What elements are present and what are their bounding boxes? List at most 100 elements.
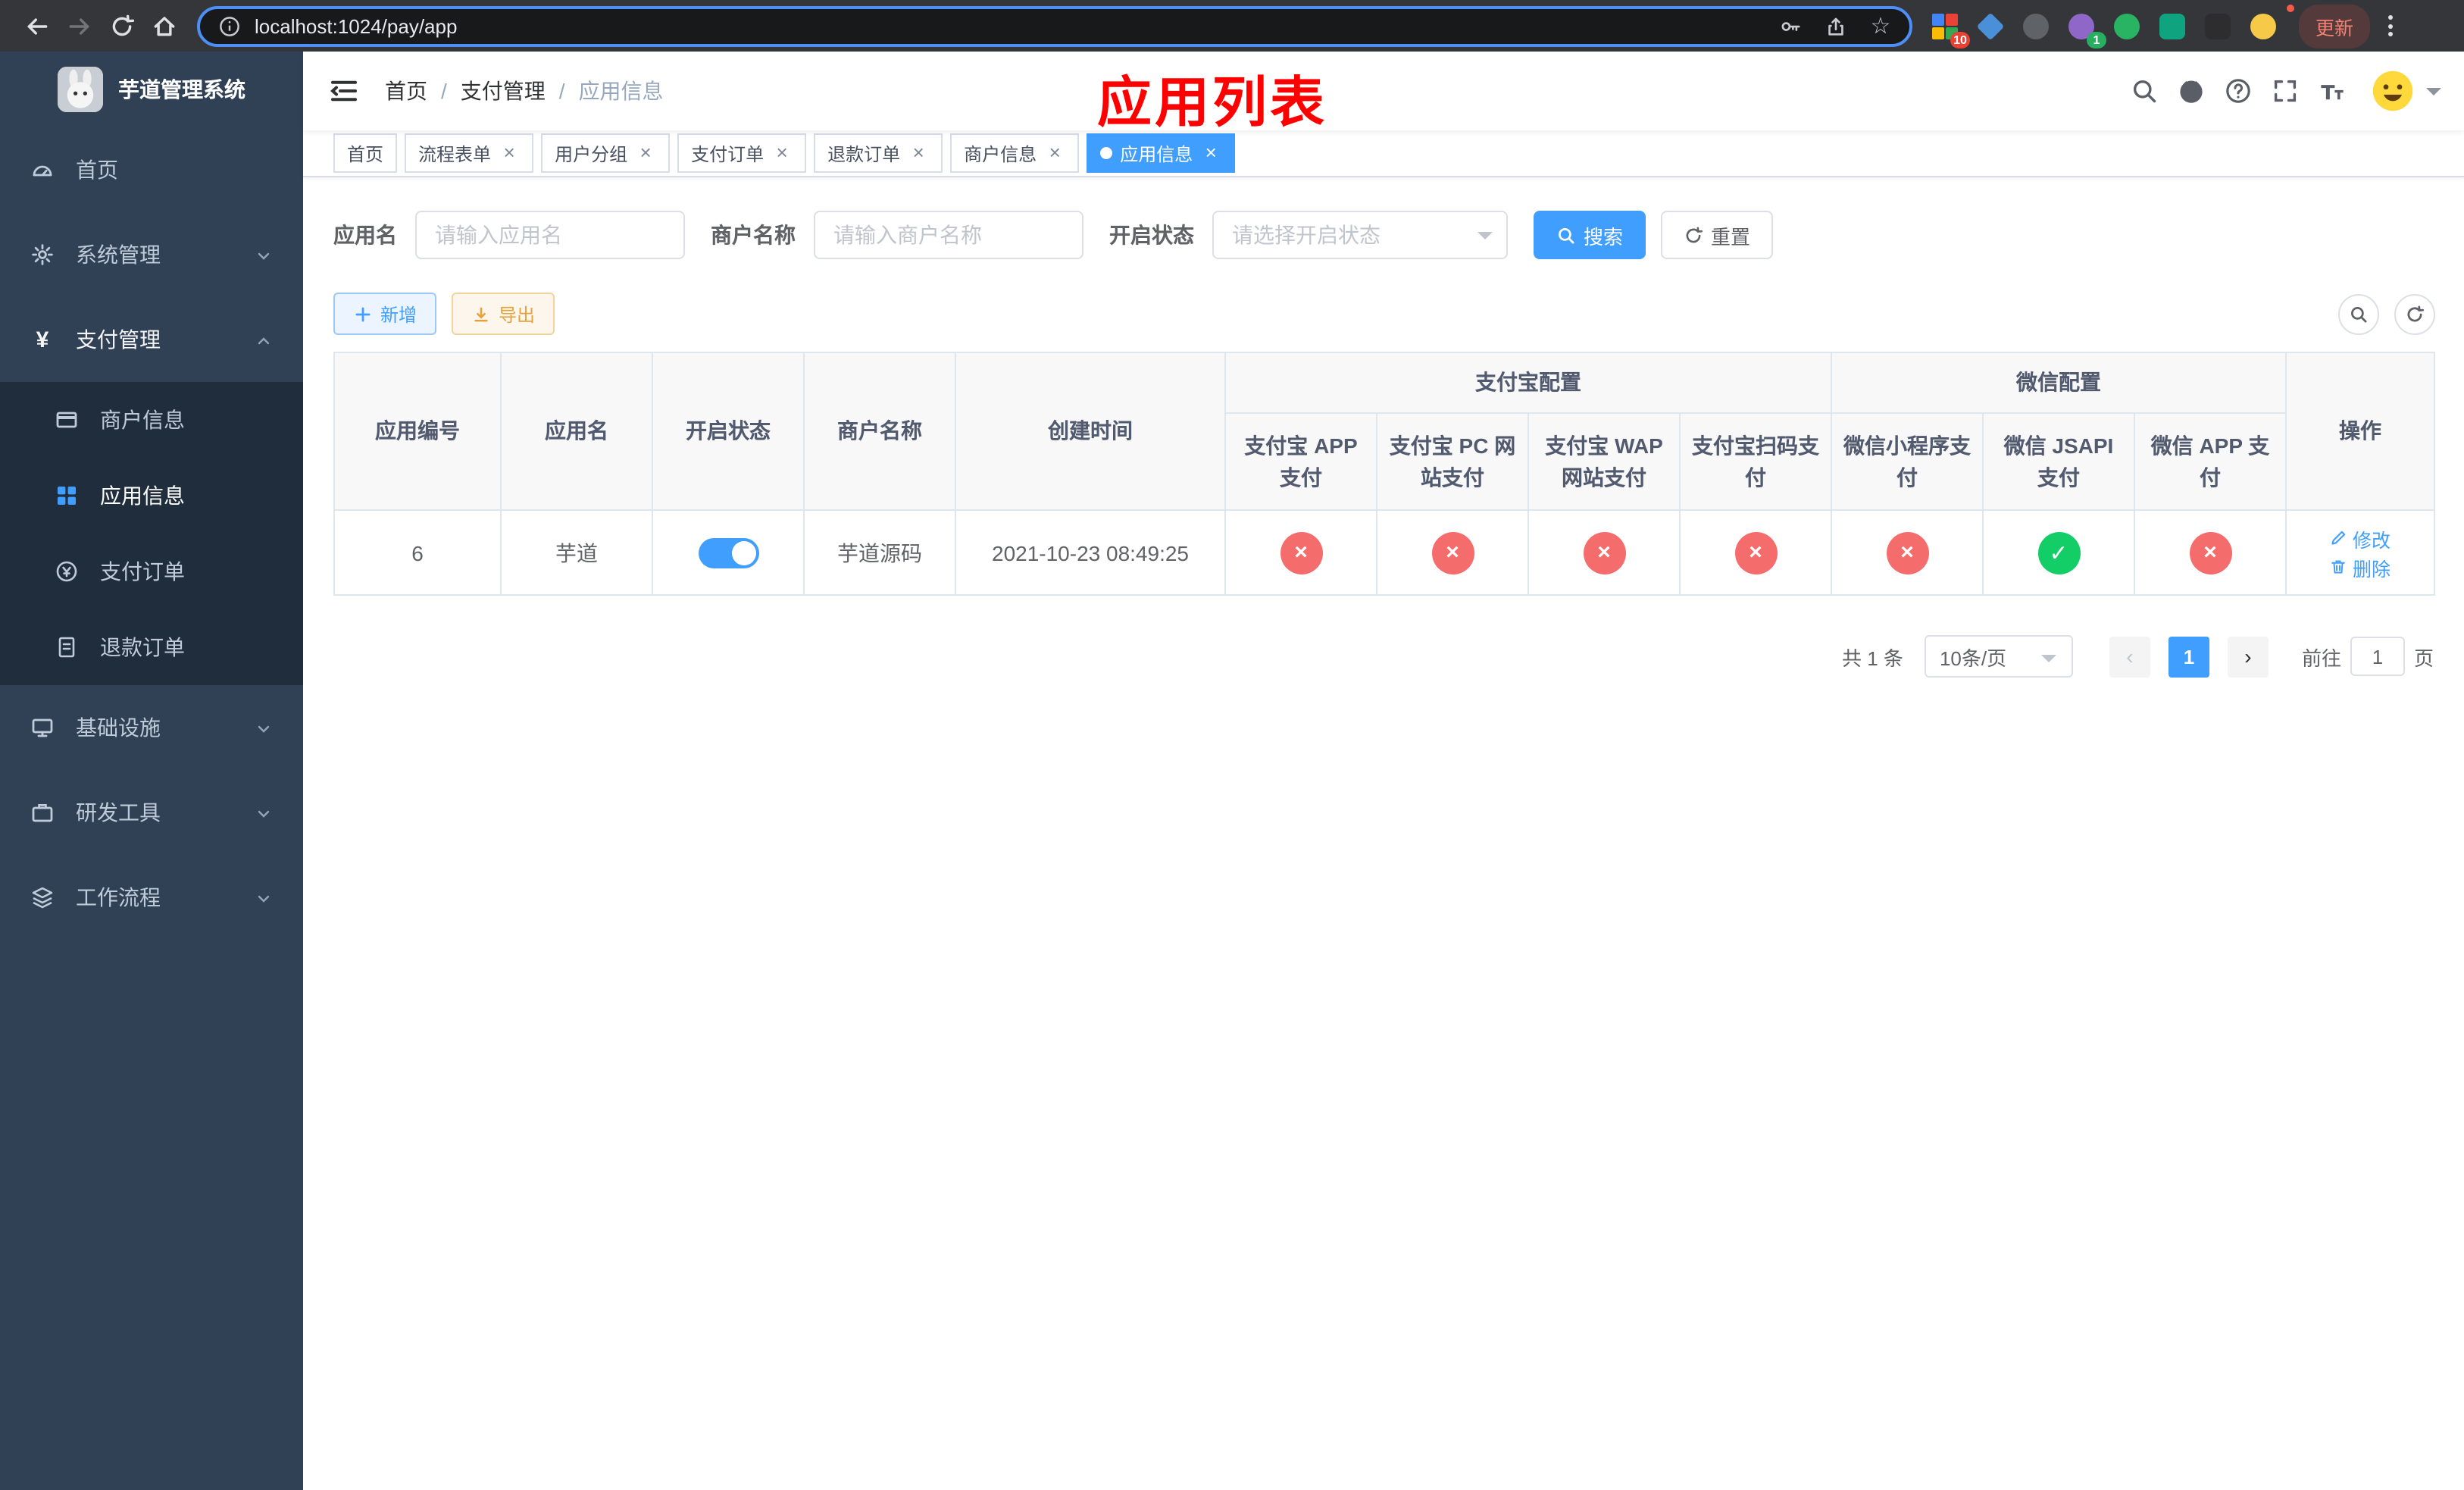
close-icon[interactable]: × — [635, 142, 656, 164]
browser-update-button[interactable]: 更新 — [2287, 4, 2371, 48]
col-created: 创建时间 — [955, 352, 1226, 511]
extension-icon-2[interactable] — [1976, 11, 2005, 40]
toolbox-icon — [30, 800, 55, 825]
app-title: 芋道管理系统 — [118, 77, 245, 102]
breadcrumb-payment[interactable]: 支付管理 — [461, 76, 546, 106]
site-info-icon[interactable] — [215, 12, 242, 39]
extension-icon-4[interactable]: 1 — [2067, 11, 2106, 48]
extension-icon-3[interactable] — [2022, 11, 2050, 40]
extension-icon-6[interactable] — [2158, 11, 2187, 40]
status-fail-icon — [2189, 531, 2231, 574]
close-icon[interactable]: × — [1044, 142, 1065, 164]
chevron-down-icon — [255, 803, 273, 822]
tab-refund-order[interactable]: 退款订单 × — [814, 133, 943, 173]
search-icon[interactable] — [2120, 67, 2167, 114]
app-logo[interactable]: 芋道管理系统 — [0, 52, 303, 127]
col-group-alipay: 支付宝配置 — [1224, 352, 1832, 414]
user-menu[interactable] — [2370, 68, 2441, 114]
sidebar-item-dev-tools[interactable]: 研发工具 — [0, 770, 303, 855]
close-icon[interactable]: × — [1200, 142, 1221, 164]
refresh-icon — [1686, 226, 1703, 243]
trash-icon — [2332, 560, 2346, 574]
breadcrumb-home[interactable]: 首页 — [385, 76, 427, 106]
page-unit-label: 页 — [2413, 646, 2434, 669]
close-icon[interactable]: × — [908, 142, 929, 164]
sidebar-toggle-icon[interactable] — [327, 74, 361, 108]
extension-icon-5[interactable] — [2112, 11, 2141, 40]
reset-button[interactable]: 重置 — [1661, 211, 1774, 259]
prev-page-button[interactable]: ‹ — [2109, 636, 2150, 677]
edit-button[interactable]: 修改 — [2330, 524, 2391, 552]
search-button[interactable]: 搜索 — [1534, 211, 1646, 259]
sidebar-item-merchant-info[interactable]: 商户信息 — [0, 382, 303, 458]
sidebar-item-pay-order[interactable]: 支付订单 — [0, 534, 303, 609]
search-toggle-button[interactable] — [2338, 293, 2379, 334]
status-toggle[interactable] — [698, 537, 758, 568]
url-text[interactable]: localhost:1024/pay/app — [255, 14, 1758, 37]
next-page-button[interactable]: › — [2227, 636, 2269, 677]
extension-icon-8[interactable] — [2249, 11, 2278, 40]
refresh-button[interactable] — [2394, 293, 2435, 334]
sidebar-item-infrastructure[interactable]: 基础设施 — [0, 685, 303, 770]
forward-icon[interactable] — [58, 5, 100, 47]
page-size-select[interactable]: 10条/页 — [1924, 635, 2073, 678]
cell-actions: 修改 删除 — [2285, 509, 2435, 596]
sidebar-item-home[interactable]: 首页 — [0, 127, 303, 212]
table-row: 6 芋道 芋道源码 2021-10-23 08:49:25 × × × × × … — [333, 509, 2435, 596]
delete-button[interactable]: 删除 — [2330, 552, 2391, 581]
tab-app-info[interactable]: 应用信息 × — [1087, 133, 1236, 173]
merchant-name-label: 商户名称 — [711, 223, 796, 247]
tab-merchant-info[interactable]: 商户信息 × — [950, 133, 1080, 173]
url-bar[interactable]: localhost:1024/pay/app ☆ — [197, 5, 1912, 46]
reload-icon[interactable] — [100, 5, 142, 47]
help-icon[interactable] — [2214, 67, 2261, 114]
page-annotation: 应用列表 — [1096, 71, 1328, 133]
cell-status — [652, 509, 805, 596]
add-button[interactable]: 新增 — [333, 293, 437, 335]
tab-pay-order[interactable]: 支付订单 × — [677, 133, 807, 173]
cell-alipay-pc — [1376, 509, 1529, 596]
sidebar-item-system[interactable]: 系统管理 — [0, 212, 303, 297]
pay-order-icon — [55, 559, 79, 584]
merchant-name-input[interactable] — [814, 211, 1083, 259]
browser-menu-icon[interactable] — [2388, 15, 2394, 36]
cell-merchant: 芋道源码 — [803, 509, 956, 596]
cell-app-id: 6 — [333, 509, 502, 596]
app-name-input[interactable] — [415, 211, 685, 259]
tab-process-form[interactable]: 流程表单 × — [405, 133, 534, 173]
sidebar-item-refund-order[interactable]: 退款订单 — [0, 609, 303, 685]
extension-icon-1[interactable]: 10 — [1931, 11, 1970, 48]
sidebar-item-app-info[interactable]: 应用信息 — [0, 458, 303, 534]
extension-badge-1: 10 — [1950, 31, 1970, 48]
share-icon[interactable] — [1821, 12, 1849, 39]
goto-page-input[interactable] — [2350, 637, 2405, 676]
tab-home[interactable]: 首页 — [333, 133, 398, 173]
pencil-icon — [2332, 531, 2347, 545]
col-actions: 操作 — [2285, 352, 2435, 511]
app-table: 应用编号 应用名 开启状态 商户名称 创建时间 支付宝配置 微信配置 操作 支付… — [333, 352, 2435, 596]
sidebar-item-workflow[interactable]: 工作流程 — [0, 855, 303, 940]
export-button[interactable]: 导出 — [452, 293, 555, 335]
home-icon[interactable] — [142, 5, 185, 47]
font-size-icon[interactable] — [2308, 67, 2355, 114]
close-icon[interactable]: × — [499, 142, 520, 164]
pagination: 共 1 条 10条/页 ‹ 1 › 前往 页 — [333, 635, 2434, 678]
github-icon[interactable] — [2167, 67, 2214, 114]
breadcrumb: 首页 / 支付管理 / 应用信息 — [385, 76, 664, 106]
status-select[interactable] — [1212, 211, 1508, 259]
chevron-up-icon — [255, 330, 273, 349]
back-icon[interactable] — [15, 5, 58, 47]
bookmark-star-icon[interactable]: ☆ — [1867, 12, 1894, 39]
navbar-actions — [2120, 67, 2441, 114]
col-wx-mini: 微信小程序支付 — [1831, 412, 1984, 511]
extension-icon-7[interactable] — [2203, 11, 2232, 40]
cell-created: 2021-10-23 08:49:25 — [955, 509, 1226, 596]
tab-user-group[interactable]: 用户分组 × — [541, 133, 671, 173]
close-icon[interactable]: × — [771, 142, 793, 164]
fullscreen-icon[interactable] — [2261, 67, 2308, 114]
password-key-icon[interactable] — [1776, 12, 1803, 39]
sidebar-item-payment[interactable]: ¥ 支付管理 — [0, 297, 303, 382]
search-icon — [1559, 227, 1574, 243]
document-icon — [55, 635, 79, 659]
page-1-button[interactable]: 1 — [2168, 636, 2209, 677]
